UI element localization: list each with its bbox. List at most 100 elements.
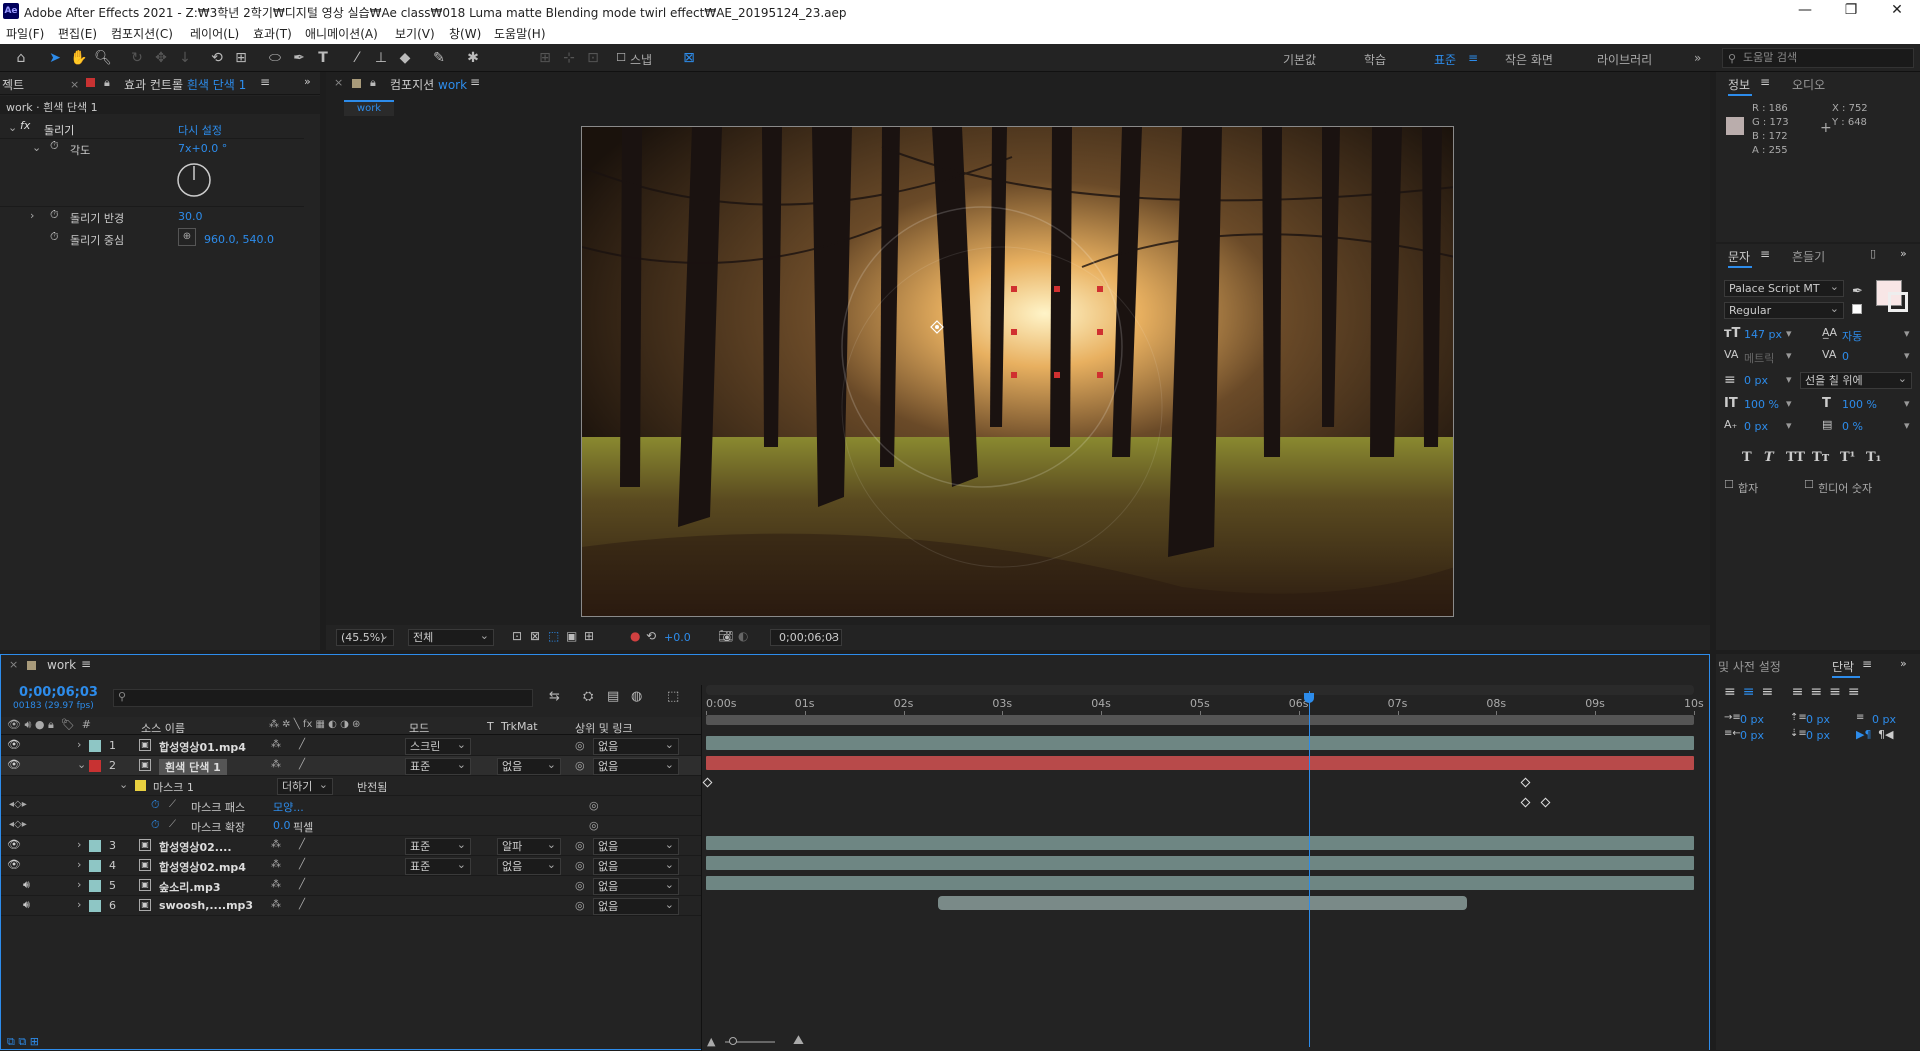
paragraph-expand-icon[interactable]: » xyxy=(1900,657,1907,670)
radius-expand-icon[interactable]: › xyxy=(30,209,34,222)
layer-mode-dropdown[interactable]: 표준 xyxy=(405,838,471,855)
layer-row[interactable]: 👁︎ › 4 ▣ 합성영상02.mp4 ⁂ ╱ 표준 없음 ◎ 없음 xyxy=(1,856,701,876)
workspace-small-screen[interactable]: 작은 화면 xyxy=(1505,51,1553,68)
angle-dial[interactable] xyxy=(176,162,212,198)
effect-controls-tab[interactable]: 효과 컨트롤 흰색 단색 1 xyxy=(124,76,246,93)
clone-stamp-tool-icon[interactable]: ⊥ xyxy=(372,49,390,67)
layer-row[interactable]: 🔊︎ › 6 ▣ swoosh,....mp3 ⁂ ╱ ◎ 없음 xyxy=(1,896,701,916)
angle-collapse-icon[interactable]: ⌄ xyxy=(32,141,41,154)
font-size-value[interactable]: 147 px xyxy=(1744,328,1782,341)
layer-parent-dropdown[interactable]: 없음 xyxy=(593,878,679,895)
timeline-timecode[interactable]: 0;00;06;03 xyxy=(19,685,98,700)
layer-parent-dropdown[interactable]: 없음 xyxy=(593,758,679,775)
snapshot-icon[interactable]: 📷︎ xyxy=(718,629,733,643)
center-crosshair-icon[interactable]: ⊕ xyxy=(178,228,196,246)
menu-layer[interactable]: 레이어(L) xyxy=(190,25,239,42)
exposure-reset-icon[interactable]: ⟲ xyxy=(646,629,656,643)
video-eye-icon[interactable]: 👁︎ xyxy=(7,858,21,871)
zoom-tool-icon[interactable]: 🔍︎ xyxy=(94,49,112,67)
type-tool-icon[interactable]: T xyxy=(314,49,332,67)
mask-path-value[interactable]: 모양... xyxy=(273,799,304,815)
zoom-out-icon[interactable]: ▲ xyxy=(707,1035,715,1048)
vertical-scale-value[interactable]: 100 % xyxy=(1744,398,1779,411)
help-search-input[interactable]: 도움말 검색 xyxy=(1722,48,1914,68)
graph-icon[interactable]: ⟋ xyxy=(169,799,176,810)
stroke-color-swatch[interactable] xyxy=(1888,292,1908,312)
menu-file[interactable]: 파일(F) xyxy=(6,25,44,42)
timeline-footer-icons[interactable]: ⧉ ⧉ ⊞ xyxy=(7,1035,39,1049)
faux-italic-button[interactable]: T xyxy=(1764,450,1774,465)
workspace-default[interactable]: 기본값 xyxy=(1283,51,1316,68)
pickwhip-icon[interactable]: ◎ xyxy=(575,879,585,892)
shy-switch-icon[interactable]: ⁂ xyxy=(271,759,281,770)
timeline-tab-close-icon[interactable]: × xyxy=(9,658,18,671)
layer-mode-dropdown[interactable]: 표준 xyxy=(405,758,471,775)
eraser-tool-icon[interactable]: ◆ xyxy=(396,49,414,67)
layer-name[interactable]: 흰색 단색 1 xyxy=(159,759,227,775)
tsume-value[interactable]: 0 % xyxy=(1842,420,1863,433)
close-icon[interactable]: ✕ xyxy=(1874,2,1920,18)
mask-visibility-icon[interactable]: ⬚ xyxy=(548,629,559,643)
font-family-dropdown[interactable]: Palace Script MT xyxy=(1724,280,1844,297)
timeline-track-area[interactable]: 0:00s 01s 02s 03s 04s 05s 06s 07s 08s 09s 10s xyxy=(701,685,1709,1051)
show-snapshot-icon[interactable]: ◐ xyxy=(738,629,748,643)
layer-row[interactable]: 🔊︎ › 5 ▣ 숲소리.mp3 ⁂ ╱ ◎ 없음 xyxy=(1,876,701,896)
anchor-tool-icon[interactable]: ⊞ xyxy=(232,49,250,67)
stroke-mode-dropdown[interactable]: 선을 칠 위에 xyxy=(1800,372,1912,389)
layer-expand-icon[interactable]: › xyxy=(77,858,81,871)
mask-row[interactable]: ⌄ 마스크 1 더하기 반전됨 xyxy=(1,776,701,796)
pickwhip-icon[interactable]: ◎ xyxy=(575,759,585,772)
world-axis-icon[interactable]: ⊹ xyxy=(560,49,578,67)
tab-audio[interactable]: 오디오 xyxy=(1792,76,1825,93)
layer-label-color[interactable] xyxy=(89,740,101,752)
layer-expand-icon[interactable]: › xyxy=(77,898,81,911)
tab-close-icon[interactable]: × xyxy=(70,78,79,91)
work-area-bar[interactable] xyxy=(706,685,1694,695)
playhead[interactable] xyxy=(1308,691,1310,1047)
faux-bold-button[interactable]: T xyxy=(1742,450,1752,465)
quality-switch-icon[interactable]: ╱ xyxy=(299,839,305,850)
mask-expansion-row[interactable]: ◂◇▸ ⏱ ⟋ 마스크 확장 0.0 픽셀 ◎ xyxy=(1,816,701,836)
layer-name[interactable]: 숲소리.mp3 xyxy=(159,879,221,895)
keyframe-nav-icon[interactable]: ◂◇▸ xyxy=(9,819,27,830)
tab-character[interactable]: 문자 xyxy=(1728,248,1750,265)
dolly-tool-icon[interactable]: ↓ xyxy=(176,49,194,67)
rtl-direction-icon[interactable]: ¶◀ xyxy=(1878,728,1893,741)
small-caps-button[interactable]: Tт xyxy=(1812,450,1830,465)
info-menu-icon[interactable]: ≡ xyxy=(1760,75,1770,89)
layer-label-color[interactable] xyxy=(89,880,101,892)
shy-switch-icon[interactable]: ⁂ xyxy=(271,899,281,910)
comp-timecode-field[interactable]: 0;00;06;03 xyxy=(770,629,842,646)
mask-color-swatch[interactable] xyxy=(135,780,146,791)
layer-parent-dropdown[interactable]: 없음 xyxy=(593,898,679,915)
reset-button[interactable]: 다시 설정 xyxy=(178,122,222,138)
layer-duration-bar[interactable] xyxy=(706,856,1694,870)
comp-tab-close-icon[interactable]: × xyxy=(334,76,343,89)
workspace-libraries[interactable]: 라이브러리 xyxy=(1597,51,1652,68)
angle-stopwatch-icon[interactable]: ⏱ xyxy=(50,139,59,153)
align-buttons[interactable]: ≡≡≡ ≡≡≡≡ xyxy=(1724,684,1867,700)
workspace-standard[interactable]: 표준 xyxy=(1434,51,1456,68)
pickwhip-icon[interactable]: ◎ xyxy=(575,859,585,872)
snap-options-icon[interactable]: ⊠ xyxy=(680,49,698,67)
video-eye-icon[interactable]: 👁︎ xyxy=(7,738,21,751)
layer-trkmat-dropdown[interactable]: 알파 xyxy=(497,838,561,855)
menu-window[interactable]: 창(W) xyxy=(449,25,481,42)
stroke-width-value[interactable]: 0 px xyxy=(1744,374,1768,387)
brush-tool-icon[interactable]: ⁄ xyxy=(348,49,366,67)
ligatures-checkbox[interactable]: ☐ xyxy=(1724,478,1734,491)
layer-label-color[interactable] xyxy=(89,760,101,772)
layer-name[interactable]: 합성영상02.mp4 xyxy=(159,859,246,875)
layer-parent-dropdown[interactable]: 없음 xyxy=(593,738,679,755)
layer-expand-icon[interactable]: › xyxy=(77,738,81,751)
quality-switch-icon[interactable]: ╱ xyxy=(299,739,305,750)
ltr-direction-icon[interactable]: ▶¶ xyxy=(1856,728,1871,741)
mask-path-row[interactable]: ◂◇▸ ⏱ ⟋ 마스크 패스 모양... ◎ xyxy=(1,796,701,816)
layer-name[interactable]: swoosh,....mp3 xyxy=(159,899,253,912)
tab-wiggler[interactable]: 흔들기 xyxy=(1792,248,1825,265)
audio-speaker-icon[interactable]: 🔊︎ xyxy=(23,898,30,912)
menu-animation[interactable]: 애니메이션(A) xyxy=(305,25,378,42)
frame-blending-icon[interactable]: ▤ xyxy=(607,689,619,704)
source-name-header[interactable]: 소스 이름 xyxy=(141,720,185,736)
timeline-tab[interactable]: work xyxy=(47,658,76,672)
